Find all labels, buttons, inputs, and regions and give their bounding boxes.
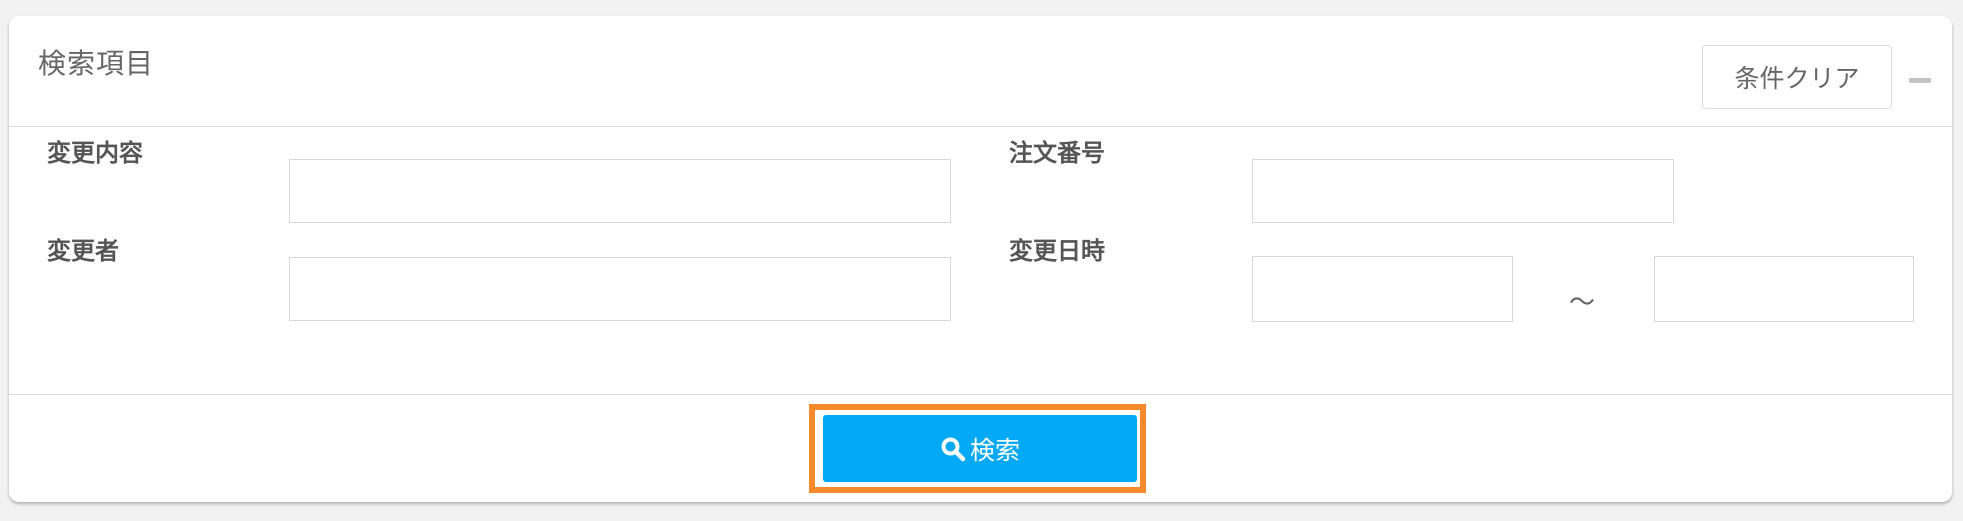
change-content-label: 変更内容	[47, 139, 143, 167]
search-panel: 検索項目 条件クリア 変更内容 注文番号 変更者 変更日時 ～ 検索	[9, 16, 1952, 502]
search-button[interactable]: 検索	[823, 415, 1137, 482]
changed-at-label: 変更日時	[1009, 237, 1105, 265]
search-button-label: 検索	[969, 435, 1020, 465]
minus-icon	[1909, 78, 1931, 83]
changed-by-input[interactable]	[289, 257, 951, 321]
changed-at-from-input[interactable]	[1252, 256, 1513, 322]
collapse-panel-button[interactable]	[1909, 72, 1931, 92]
order-number-label: 注文番号	[1009, 139, 1105, 167]
change-content-input[interactable]	[289, 159, 951, 223]
changed-by-label: 変更者	[47, 237, 119, 265]
changed-at-to-input[interactable]	[1654, 256, 1914, 322]
footer-divider	[9, 394, 1952, 395]
clear-conditions-button[interactable]: 条件クリア	[1702, 45, 1892, 109]
search-icon	[941, 437, 966, 461]
search-panel-header: 検索項目 条件クリア	[9, 16, 1952, 127]
order-number-input[interactable]	[1252, 159, 1674, 223]
date-range-separator: ～	[1569, 288, 1596, 318]
search-panel-title: 検索項目	[38, 47, 155, 80]
